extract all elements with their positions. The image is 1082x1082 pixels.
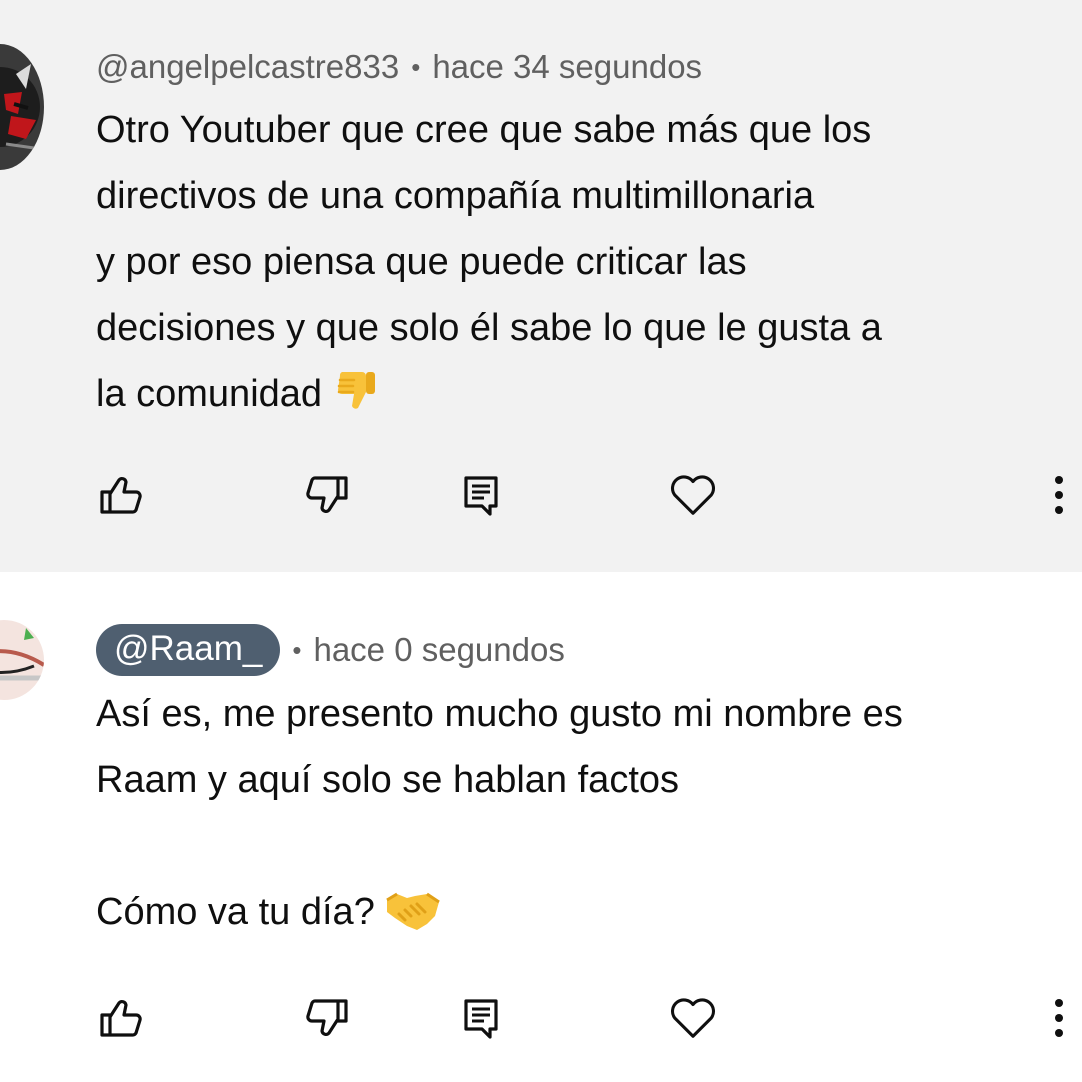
dislike-button[interactable] <box>302 470 352 520</box>
comment-highlighted: @angelpelcastre833 • hace 34 segundos Ot… <box>0 0 1082 572</box>
like-icon <box>100 1000 142 1037</box>
handshake-emoji-icon <box>385 887 441 953</box>
comment-text-content: Otro Youtuber que cree que sabe más que … <box>96 109 882 415</box>
heart-icon <box>671 475 715 515</box>
like-button[interactable] <box>96 470 146 520</box>
more-options-button[interactable] <box>1034 993 1082 1043</box>
reply-button[interactable] <box>456 470 506 520</box>
reply-icon <box>464 999 498 1039</box>
heart-button[interactable] <box>668 993 718 1043</box>
heart-button[interactable] <box>668 470 718 520</box>
reply-button[interactable] <box>456 993 506 1043</box>
comment-author[interactable]: @Raam_ <box>96 624 281 676</box>
comment-actions <box>0 993 1082 1043</box>
comment-timestamp: hace 34 segundos <box>432 48 703 85</box>
dislike-button[interactable] <box>302 993 352 1043</box>
heart-icon <box>671 998 715 1038</box>
comment-text: Otro Youtuber que cree que sabe más que … <box>96 97 1056 435</box>
comment-timestamp: hace 0 segundos <box>313 631 565 668</box>
comment: @Raam_ • hace 0 segundos Así es, me pres… <box>0 572 1082 1082</box>
dislike-icon <box>306 999 348 1036</box>
meta-separator: • <box>411 51 421 82</box>
comment-author[interactable]: @angelpelcastre833 <box>96 48 399 86</box>
more-options-button[interactable] <box>1034 470 1082 520</box>
avatar[interactable] <box>0 44 44 170</box>
dislike-icon <box>306 476 348 513</box>
like-button[interactable] <box>96 993 146 1043</box>
comment-text: Así es, me presento mucho gusto mi nombr… <box>96 681 1056 953</box>
avatar[interactable] <box>0 620 44 700</box>
meta-separator: • <box>292 634 302 665</box>
comment-text-content: Así es, me presento mucho gusto mi nombr… <box>96 693 903 933</box>
comment-actions <box>0 470 1082 520</box>
comment-meta: @Raam_ • hace 0 segundos <box>96 624 565 676</box>
more-vert-icon <box>1055 999 1063 1037</box>
reply-icon <box>464 476 498 516</box>
like-icon <box>100 477 142 514</box>
more-vert-icon <box>1055 476 1063 514</box>
thumbs-down-emoji-icon <box>332 366 380 435</box>
comment-meta: @angelpelcastre833 • hace 34 segundos <box>96 45 702 89</box>
